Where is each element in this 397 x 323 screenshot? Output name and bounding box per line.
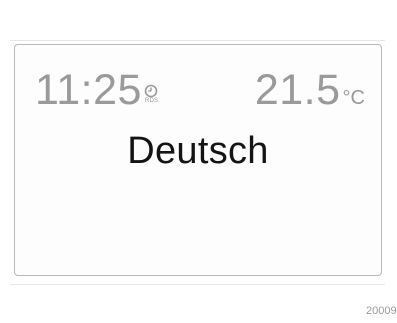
temperature-readout: 21.5 °C (255, 65, 365, 115)
image-reference-number: 20009 (366, 305, 397, 317)
clock-readout: 11:25 RDS (35, 65, 161, 115)
info-display-screen: 11:25 RDS 21.5 °C Deutsch (14, 44, 382, 276)
clock-time: 11:25 (35, 66, 142, 114)
temperature-unit: °C (342, 87, 365, 109)
rds-label: RDS (144, 98, 159, 104)
clock-icon (144, 84, 158, 98)
page: 11:25 RDS 21.5 °C Deutsch 20009 (0, 0, 397, 323)
temperature-value: 21.5 (254, 66, 341, 114)
rds-clock-indicator: RDS (143, 65, 161, 105)
language-selection: Deutsch (127, 130, 269, 172)
